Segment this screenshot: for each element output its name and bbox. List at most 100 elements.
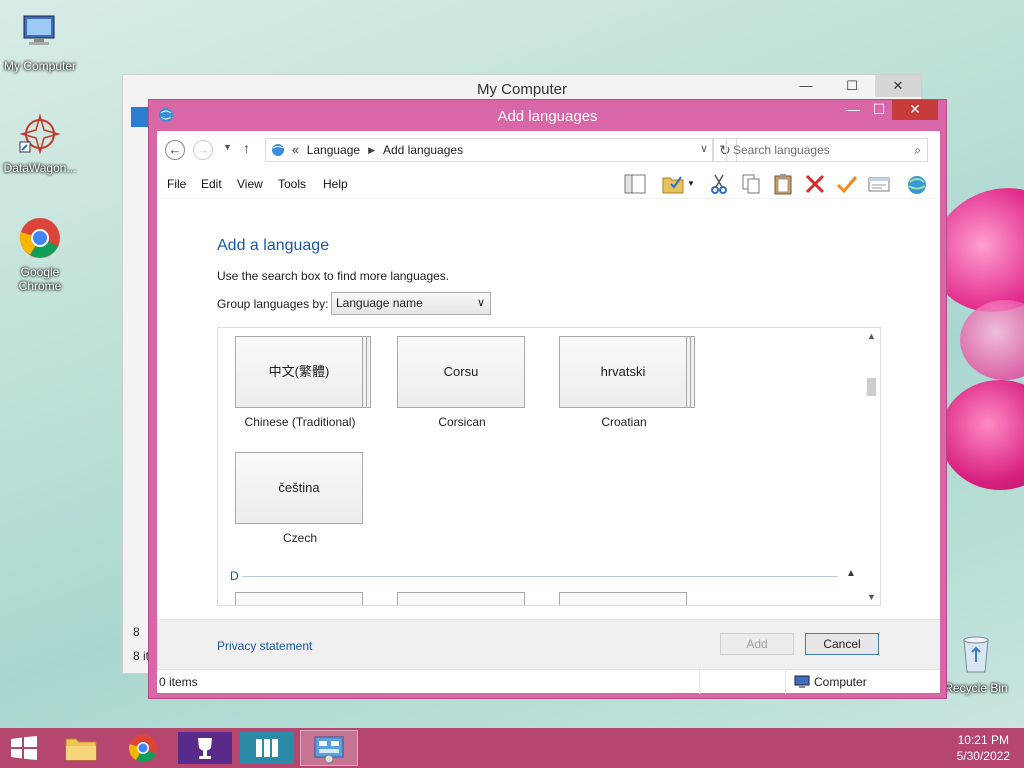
scroll-thumb[interactable]: [867, 378, 876, 396]
desktop-icon-label: My Computer: [3, 59, 77, 73]
desktop-icon-recycle-bin[interactable]: Recycle Bin: [938, 632, 1014, 695]
scroll-up-icon[interactable]: ▲: [863, 331, 880, 341]
globe-icon[interactable]: [905, 172, 929, 196]
status-divider: [699, 670, 700, 694]
chrome-icon: [128, 734, 157, 763]
collapse-group-icon[interactable]: ▲: [846, 568, 856, 579]
language-native-name: hrvatski: [559, 336, 687, 408]
layout-pane-icon[interactable]: [623, 172, 647, 196]
desktop-icon-label: Recycle Bin: [944, 681, 1008, 695]
address-dropdown-icon[interactable]: ∨: [700, 142, 708, 155]
address-bar[interactable]: « Language ▶ Add languages ∨: [265, 138, 713, 162]
chevron-down-icon: ∨: [476, 297, 485, 309]
folder-options-dropdown-icon[interactable]: ▼: [687, 179, 695, 188]
desktop-icon-label: DataWagon...: [3, 161, 77, 175]
language-native-name: Corsu: [397, 336, 525, 408]
language-tile-chinese-traditional[interactable]: 中文(繁體) Chinese (Traditional): [235, 336, 365, 429]
desktop-icon-datawagon[interactable]: DataWagon...: [2, 112, 78, 175]
breadcrumb-item-language[interactable]: Language: [307, 143, 360, 157]
language-tile-partial[interactable]: [559, 592, 689, 605]
minimize-button[interactable]: —: [840, 100, 866, 120]
taskbar-trophy-app[interactable]: [176, 730, 234, 766]
page-title: Add a language: [217, 237, 330, 254]
window-controls: — ☐ ✕: [783, 75, 921, 97]
vertical-scrollbar[interactable]: ▲ ▼: [863, 328, 880, 605]
clock-time: 10:21 PM: [957, 733, 1009, 747]
menu-edit[interactable]: Edit: [201, 177, 222, 191]
status-location: Computer: [814, 675, 867, 689]
language-name: Corsican: [438, 415, 486, 429]
language-name: Croatian: [601, 415, 647, 429]
cut-icon[interactable]: [707, 172, 731, 196]
breadcrumb-item-add-languages[interactable]: Add languages: [383, 143, 463, 157]
wallpaper-flower: [940, 380, 1024, 490]
maximize-button[interactable]: ☐: [866, 100, 892, 120]
language-tile-czech[interactable]: čeština Czech: [235, 452, 365, 545]
delete-icon[interactable]: [803, 172, 827, 196]
paste-icon[interactable]: [771, 172, 795, 196]
language-tile-corsican[interactable]: Corsu Corsican: [397, 336, 527, 429]
taskbar: 10:21 PM 5/30/2022: [0, 728, 1024, 768]
control-panel-icon: [314, 736, 344, 764]
start-windows-icon[interactable]: [10, 736, 38, 760]
cancel-button[interactable]: Cancel: [805, 633, 879, 655]
system-clock[interactable]: 10:21 PM 5/30/2022: [957, 732, 1010, 764]
desktop-icon-label: Google Chrome: [18, 265, 62, 293]
computer-icon: [23, 15, 55, 45]
window-title: Add languages: [497, 108, 598, 125]
minimize-button[interactable]: —: [783, 75, 829, 97]
breadcrumb-overflow[interactable]: «: [292, 143, 299, 157]
recycle-bin-icon: [963, 636, 989, 673]
dialog-footer: Privacy statement Add Cancel: [157, 619, 940, 669]
close-button[interactable]: ✕: [875, 75, 921, 97]
maximize-button[interactable]: ☐: [829, 75, 875, 97]
desktop-icon-chrome[interactable]: Google Chrome: [2, 216, 78, 293]
taskbar-language-control-panel[interactable]: [300, 730, 358, 766]
menu-view[interactable]: View: [237, 177, 263, 191]
taskbar-file-explorer[interactable]: [52, 730, 110, 766]
language-tile-croatian[interactable]: hrvatski Croatian: [559, 336, 689, 429]
language-tile-partial[interactable]: [397, 592, 527, 605]
wallpaper-flower: [960, 300, 1024, 380]
group-by-value: Language name: [336, 296, 423, 310]
language-location-icon: [272, 144, 284, 156]
computer-icon: [794, 675, 810, 688]
trophy-icon: [178, 732, 232, 764]
folder-options-icon[interactable]: [661, 172, 685, 196]
menu-help[interactable]: Help: [323, 177, 348, 191]
desktop-icon-my-computer[interactable]: My Computer: [2, 10, 78, 73]
forward-button[interactable]: →: [193, 140, 213, 160]
breadcrumb-separator-icon[interactable]: ▶: [368, 145, 375, 156]
up-arrow-icon[interactable]: ↑: [243, 140, 250, 156]
checkmark-icon[interactable]: [835, 172, 859, 196]
add-button[interactable]: Add: [720, 633, 794, 655]
clock-date: 5/30/2022: [956, 749, 1010, 763]
language-native-name: čeština: [235, 452, 363, 524]
folder-icon: [65, 738, 97, 761]
back-button[interactable]: ←: [165, 140, 185, 160]
taskbar-chrome[interactable]: [114, 730, 172, 766]
language-tile-partial[interactable]: [235, 592, 365, 605]
language-list[interactable]: 中文(繁體) Chinese (Traditional) Corsu Corsi…: [217, 327, 881, 606]
search-input[interactable]: Search languages ⌕: [726, 138, 928, 162]
copy-icon[interactable]: [739, 172, 763, 196]
menu-tools[interactable]: Tools: [278, 177, 306, 191]
status-bar: 0 items Computer: [157, 669, 940, 694]
back-window-status: 8 it: [133, 649, 150, 663]
language-name: Chinese (Traditional): [244, 415, 356, 429]
window-titlebar: Add languages — ☐ ✕: [149, 100, 946, 131]
properties-icon[interactable]: [867, 172, 891, 196]
scroll-down-icon[interactable]: ▼: [863, 592, 880, 602]
taskbar-store[interactable]: [238, 730, 296, 766]
close-button[interactable]: ✕: [892, 100, 938, 120]
search-hint: Use the search box to find more language…: [217, 269, 450, 283]
status-divider: [785, 670, 786, 694]
add-languages-window[interactable]: Add languages — ☐ ✕ ← → ▼ ↑ « Language ▶…: [148, 99, 947, 699]
recent-locations-chevron-icon[interactable]: ▼: [223, 142, 232, 152]
language-name: Czech: [282, 531, 317, 545]
privacy-link[interactable]: Privacy statement: [217, 639, 312, 653]
group-by-select[interactable]: Language name ∨: [331, 292, 491, 315]
window-controls: — ☐ ✕: [840, 100, 938, 120]
language-native-name: 中文(繁體): [235, 336, 363, 408]
menu-file[interactable]: File: [167, 177, 186, 191]
